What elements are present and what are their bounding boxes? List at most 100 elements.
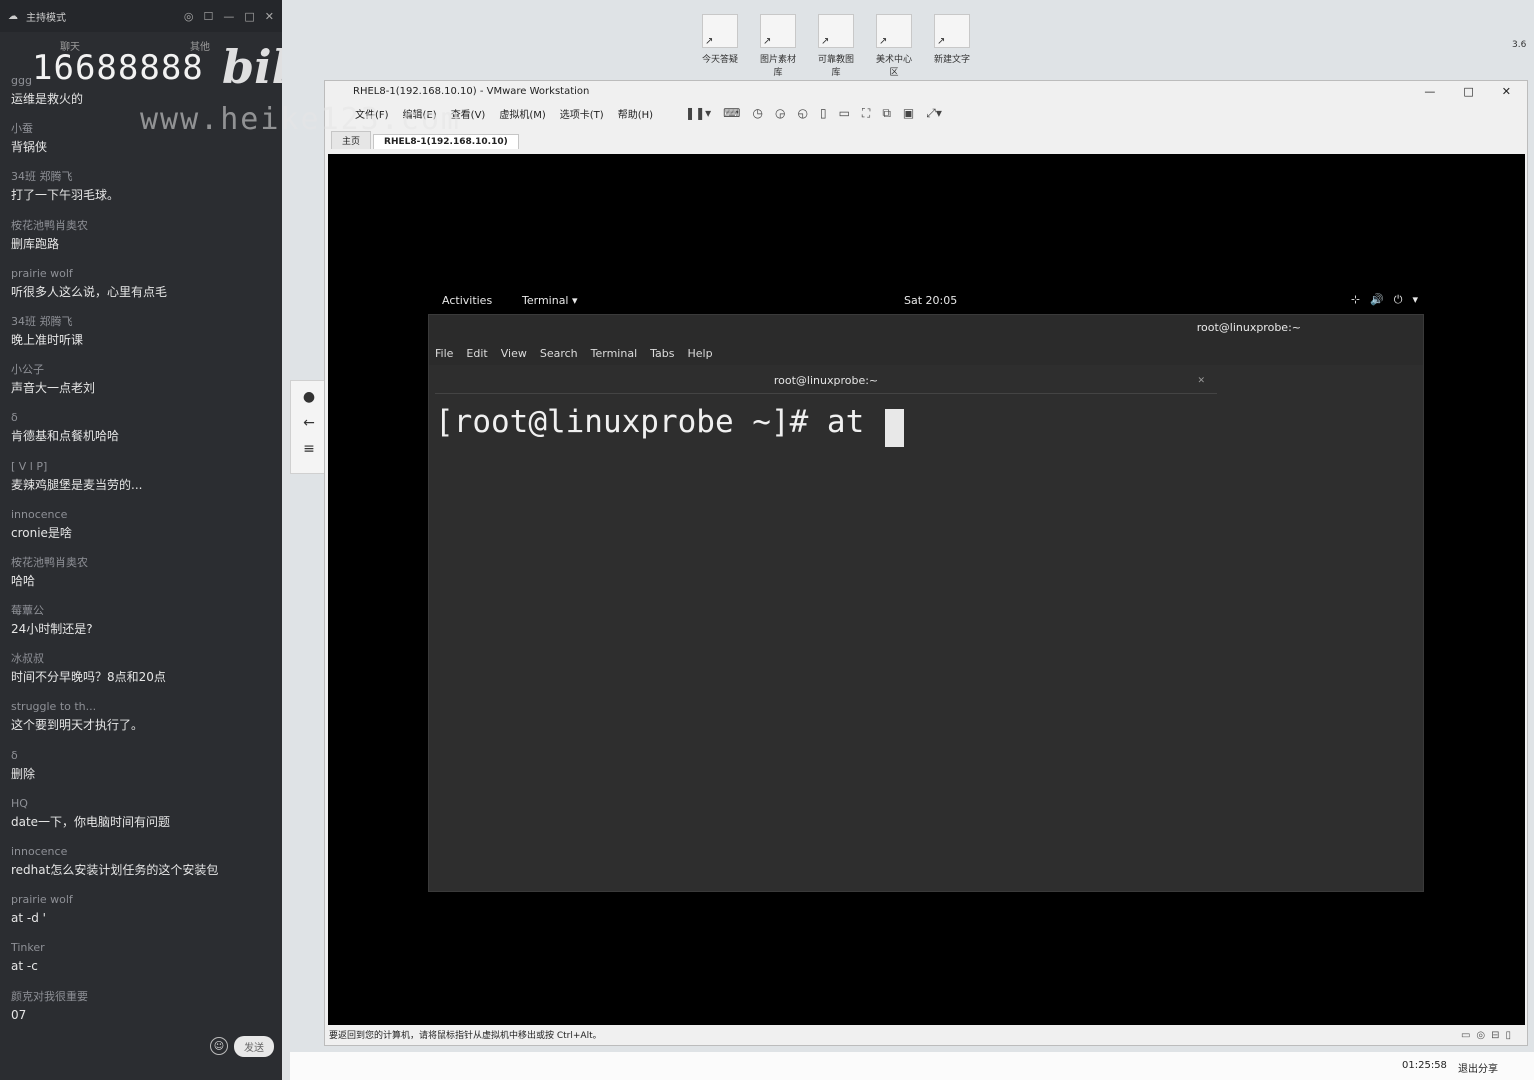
terminal-window: root@linuxprobe:~ File Edit View Search … [428,314,1424,892]
close-icon[interactable]: ✕ [1197,369,1205,393]
vm-display[interactable]: Activities Terminal ▾ Sat 20:05 ⊹ 🔊 ⏻ ▾ … [328,154,1525,1025]
message-user: δ [11,411,18,425]
terminal-output[interactable]: [root@linuxprobe ~]# at [429,394,1423,457]
message-text: 24小时制还是? [11,622,93,637]
desktop-shortcut[interactable]: 新建文字 [932,14,972,78]
sidebar-view-icon[interactable]: ▯ [820,106,827,121]
desktop-shortcut[interactable]: 图片素材库 [758,14,798,78]
host-icon: ☁ [8,10,18,22]
app-menu[interactable]: Terminal ▾ [522,294,578,307]
settings-icon[interactable]: ◎ [184,10,194,23]
close-icon[interactable]: ✕ [265,10,274,23]
back-arrow-icon[interactable]: ← [303,415,315,431]
viewer-count: 16688888 [32,48,204,88]
menu-terminal[interactable]: Terminal [591,347,638,360]
floating-toolbar: ● ← ≡ [290,380,328,474]
device-icons[interactable]: ▭◎⊟▯ [1461,1027,1517,1045]
unity-icon[interactable]: ⧉ [882,106,891,121]
status-hint: 要返回到您的计算机，请将鼠标指针从虚拟机中移出或按 Ctrl+Alt。 [329,1031,602,1041]
snapshot-manager-icon[interactable]: ◵ [797,106,807,121]
menu-file[interactable]: File [435,347,453,360]
list-item: 颜克对我很重要 07 [0,988,282,1036]
maximize-icon[interactable]: □ [1463,85,1473,98]
list-item: struggle to th... 这个要到明天才执行了。 [0,698,282,746]
vmware-tabs: 主页 RHEL8-1(192.168.10.10) [325,131,1527,149]
message-text: 打了一下午羽毛球。 [11,188,120,203]
terminal-tab-title: root@linuxprobe:~ [773,374,879,387]
message-text: 麦辣鸡腿堡是麦当劳的... [11,477,143,492]
shortcut-label: 今天答疑 [701,55,738,65]
minimize-icon[interactable]: — [1424,85,1435,98]
watermark-url: www.heike123.com [140,102,461,137]
console-icon[interactable]: ▣ [903,106,914,121]
power-icon: ⏻ [1393,293,1403,306]
message-user: struggle to th... [11,700,97,714]
menu-tabs[interactable]: 选项卡(T) [560,106,604,121]
shortcut-label: 可靠教图库 [817,55,854,78]
message-user: innocence [11,507,68,521]
emoji-icon[interactable]: ☺ [210,1037,228,1055]
volume-icon: 🔊 [1370,293,1384,306]
vmware-statusbar: 要返回到您的计算机，请将鼠标指针从虚拟机中移出或按 Ctrl+Alt。 ▭◎⊟▯ [325,1027,1525,1045]
activities-button[interactable]: Activities [442,294,492,307]
shell-prompt: [root@linuxprobe ~]# at [435,404,883,440]
message-user: 冰叔叔 [11,652,44,666]
close-icon[interactable]: ✕ [1502,85,1511,98]
desktop-shortcut[interactable]: 美术中心区 [874,14,914,78]
network-icon: ⊹ [1350,293,1361,306]
popout-icon[interactable]: ☐ [204,10,214,23]
list-item: 桉花池鸭肖奥农 删库跑路 [0,217,282,265]
message-text: cronie是啥 [11,525,72,540]
menu-vm[interactable]: 虚拟机(M) [499,106,545,121]
menu-tabs[interactable]: Tabs [650,347,674,360]
minimize-icon[interactable]: — [223,10,234,23]
message-text: redhat怎么安装计划任务的这个安装包 [11,863,219,877]
terminal-tab[interactable]: root@linuxprobe:~ ✕ [435,369,1217,394]
message-text: 肯德基和点餐机哈哈 [11,429,120,444]
snapshot-icon[interactable]: ◷ [753,106,763,121]
message-text: 删除 [11,766,36,781]
message-user: prairie wolf [11,893,73,907]
system-menu[interactable]: ⊹ 🔊 ⏻ ▾ [1351,293,1418,307]
menu-view[interactable]: View [501,347,527,360]
send-keys-icon[interactable]: ⌨ [723,106,740,121]
list-item: δ 删除 [0,747,282,795]
thumbnail-view-icon[interactable]: ▭ [839,106,850,121]
vmware-menubar: 文件(F) 编辑(E) 查看(V) 虚拟机(M) 选项卡(T) 帮助(H) ❚❚… [325,101,1527,125]
desktop-shortcut[interactable]: 今天答疑 [700,14,740,78]
chevron-down-icon: ▾ [1412,293,1418,306]
menu-search[interactable]: Search [540,347,578,360]
terminal-menubar: File Edit View Search Terminal Tabs Help [429,341,1423,365]
desktop-shortcut-edge[interactable]: 3.6 [1512,40,1526,50]
record-icon[interactable]: ● [303,389,315,405]
list-item: 莓蕈公 24小时制还是? [0,602,282,650]
message-user: 34班 郑腾飞 [11,314,73,328]
message-text: 07 [11,1007,27,1022]
message-text: 删库跑路 [11,236,60,251]
desktop-shortcut[interactable]: 可靠教图库 [816,14,856,78]
gnome-top-bar: Activities Terminal ▾ Sat 20:05 ⊹ 🔊 ⏻ ▾ [432,291,1426,311]
message-user: 莓蕈公 [11,604,44,618]
text-cursor [884,408,904,447]
send-button[interactable]: 发送 [234,1035,274,1057]
fullscreen-icon[interactable]: ⛶ [862,106,870,121]
menu-edit[interactable]: Edit [466,347,487,360]
revert-snapshot-icon[interactable]: ◶ [775,106,785,121]
stretch-icon[interactable]: ⤢▾ [926,106,942,121]
message-user: δ [11,748,18,762]
pause-icon[interactable]: ❚❚▾ [685,106,711,121]
message-text: 听很多人这么说，心里有点毛 [11,284,168,299]
menu-help[interactable]: Help [688,347,713,360]
message-user: 桉花池鸭肖奥农 [11,218,88,232]
exit-share-button[interactable]: 退出分享 [1458,1060,1498,1075]
message-text: 晚上准时听课 [11,332,84,347]
message-user: Tinker [11,941,45,955]
shortcut-icon [818,14,854,48]
menu-icon[interactable]: ≡ [303,441,315,457]
shortcut-label: 图片素材库 [759,55,796,78]
menu-help[interactable]: 帮助(H) [618,106,653,121]
message-text: 背锅侠 [11,140,48,155]
maximize-icon[interactable]: □ [244,10,254,23]
clock[interactable]: Sat 20:05 [904,294,957,307]
list-item: prairie wolf at -d ' [0,891,282,939]
